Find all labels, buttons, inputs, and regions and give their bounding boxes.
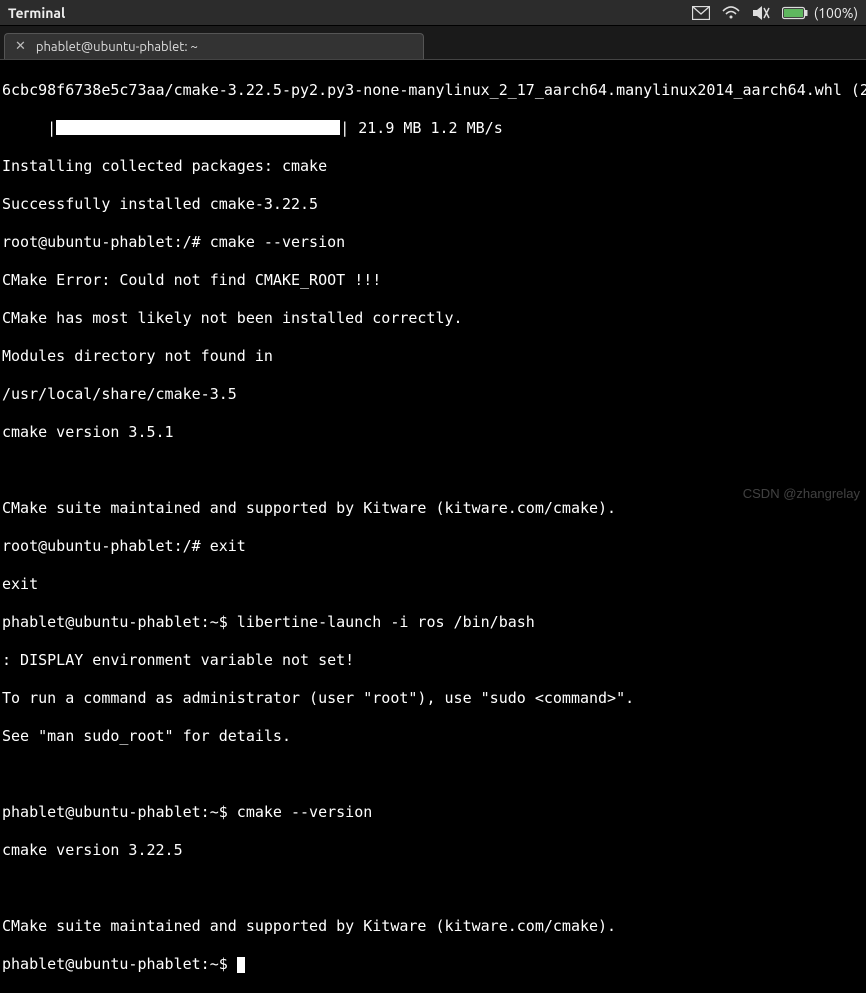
output-line: CMake Error: Could not find CMAKE_ROOT !…	[2, 271, 864, 290]
battery-indicator[interactable]: (100%)	[782, 5, 858, 21]
close-icon[interactable]: ✕	[15, 39, 26, 54]
output-line	[2, 461, 864, 480]
output-line: : DISPLAY environment variable not set!	[2, 651, 864, 670]
output-line: Installing collected packages: cmake	[2, 157, 864, 176]
prompt-line: phablet@ubuntu-phablet:~$ libertine-laun…	[2, 613, 864, 632]
output-line	[2, 879, 864, 898]
volume-muted-icon[interactable]	[752, 6, 770, 20]
output-line: exit	[2, 575, 864, 594]
top-panel: Terminal (100%)	[0, 0, 866, 26]
tab-bar: ✕ phablet@ubuntu-phablet: ~	[0, 26, 866, 60]
output-line: CMake has most likely not been installed…	[2, 309, 864, 328]
prompt-line: root@ubuntu-phablet:/# cmake --version	[2, 233, 864, 252]
prompt-line: phablet@ubuntu-phablet:~$	[2, 955, 864, 974]
app-title: Terminal	[8, 5, 65, 21]
output-line: CMake suite maintained and supported by …	[2, 499, 864, 518]
output-line: See "man sudo_root" for details.	[2, 727, 864, 746]
output-line: cmake version 3.5.1	[2, 423, 864, 442]
output-line	[2, 765, 864, 784]
wifi-icon[interactable]	[722, 6, 740, 20]
terminal-tab[interactable]: ✕ phablet@ubuntu-phablet: ~	[4, 33, 424, 59]
prompt-line: phablet@ubuntu-phablet:~$ cmake --versio…	[2, 803, 864, 822]
output-line: To run a command as administrator (user …	[2, 689, 864, 708]
output-line: Modules directory not found in	[2, 347, 864, 366]
output-line: || 21.9 MB 1.2 MB/s	[2, 119, 864, 138]
mail-icon[interactable]	[692, 6, 710, 20]
output-line: CMake suite maintained and supported by …	[2, 917, 864, 936]
output-line: cmake version 3.22.5	[2, 841, 864, 860]
tab-label: phablet@ubuntu-phablet: ~	[36, 40, 198, 54]
output-line: /usr/local/share/cmake-3.5	[2, 385, 864, 404]
progress-bar	[56, 120, 340, 135]
cursor	[237, 957, 245, 973]
battery-text: (100%)	[814, 5, 858, 21]
terminal-output[interactable]: 6cbc98f6738e5c73aa/cmake-3.22.5-py2.py3-…	[0, 60, 866, 993]
output-line: Successfully installed cmake-3.22.5	[2, 195, 864, 214]
output-line: 6cbc98f6738e5c73aa/cmake-3.22.5-py2.py3-…	[2, 81, 864, 100]
prompt-line: root@ubuntu-phablet:/# exit	[2, 537, 864, 556]
